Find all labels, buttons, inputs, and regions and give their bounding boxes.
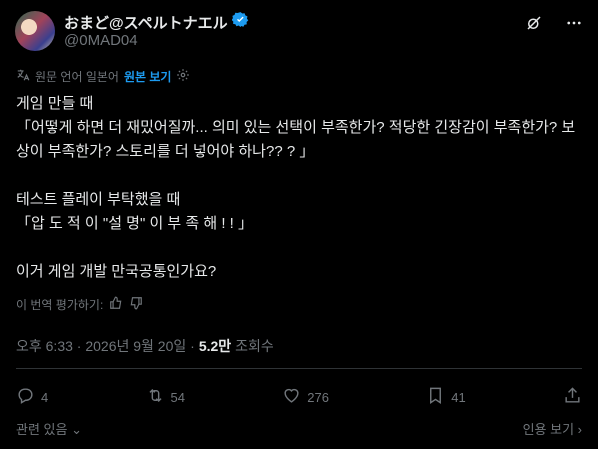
reply-count: 4 (41, 389, 49, 405)
view-quotes-label: 인용 보기 (522, 422, 575, 437)
action-bar: 4 54 276 41 (16, 386, 582, 408)
bookmark-icon (426, 386, 445, 408)
related-label: 관련 있음 (16, 422, 68, 437)
top-actions (524, 13, 584, 33)
avatar[interactable] (15, 11, 55, 51)
bookmark-count: 41 (451, 389, 466, 405)
post-line: 게임 만들 때 (16, 95, 94, 112)
like-count: 276 (307, 389, 329, 405)
display-name[interactable]: おまど@スペルトナエル (64, 12, 228, 33)
source-language-label: 원문 언어 일본어 (35, 70, 119, 84)
settings-gear-icon[interactable] (176, 68, 190, 85)
post-line: 「압 도 적 이 "설 명" 이 부 족 해 ! ! 」 (16, 215, 253, 232)
reply-button[interactable]: 4 (16, 386, 48, 408)
view-quotes-link[interactable]: 인용 보기 › (523, 419, 582, 438)
post-line: 「어떻게 하면 더 재밌어질까... 의미 있는 선택이 부족한가? 적당한 긴… (16, 119, 576, 160)
views-label: 조회수 (235, 338, 274, 354)
reply-icon (16, 386, 35, 408)
share-icon (563, 386, 582, 408)
footer-links: 관련 있음 ⌄ 인용 보기 › (16, 419, 582, 438)
repost-icon (146, 386, 165, 408)
chevron-down-icon: ⌄ (71, 422, 82, 437)
repost-button[interactable]: 54 (146, 386, 185, 408)
heart-icon (282, 386, 301, 408)
like-button[interactable]: 276 (282, 386, 329, 408)
chevron-right-icon: › (577, 422, 582, 437)
repost-count: 54 (170, 389, 185, 405)
post-line: 테스트 플레이 부탁했을 때 (16, 191, 181, 208)
divider (16, 368, 582, 369)
translation-notice: 원문 언어 일본어 원본 보기 (16, 68, 190, 85)
post-text: 게임 만들 때 「어떻게 하면 더 재밌어질까... 의미 있는 선택이 부족한가… (16, 92, 586, 284)
share-button[interactable] (563, 386, 582, 408)
author-handle[interactable]: @0MAD04 (64, 32, 138, 49)
grok-icon[interactable] (524, 13, 544, 33)
show-original-link[interactable]: 원본 보기 (124, 68, 172, 85)
timestamp[interactable]: 오후 6:33 · 2026년 9월 20일 · (16, 336, 195, 356)
views-count: 5.2만 (198, 338, 232, 354)
thumbs-up-icon[interactable] (109, 296, 123, 313)
bookmark-button[interactable]: 41 (426, 386, 466, 408)
rate-translation-label: 이 번역 평가하기: (16, 298, 104, 312)
author-name-row[interactable]: おまど@スペルトナエル (64, 11, 249, 33)
post-line (16, 236, 586, 260)
more-options-icon[interactable] (564, 13, 584, 33)
verified-badge-icon (231, 11, 249, 33)
post-line: 이거 게임 개발 만국공통인가요? (16, 263, 217, 280)
post-meta: 오후 6:33 · 2026년 9월 20일 · 5.2만 조회수 (16, 336, 274, 356)
translate-icon (16, 68, 30, 85)
post-line (16, 164, 586, 188)
rate-translation: 이 번역 평가하기: (16, 296, 143, 313)
related-link[interactable]: 관련 있음 ⌄ (16, 419, 82, 438)
thumbs-down-icon[interactable] (129, 296, 143, 313)
